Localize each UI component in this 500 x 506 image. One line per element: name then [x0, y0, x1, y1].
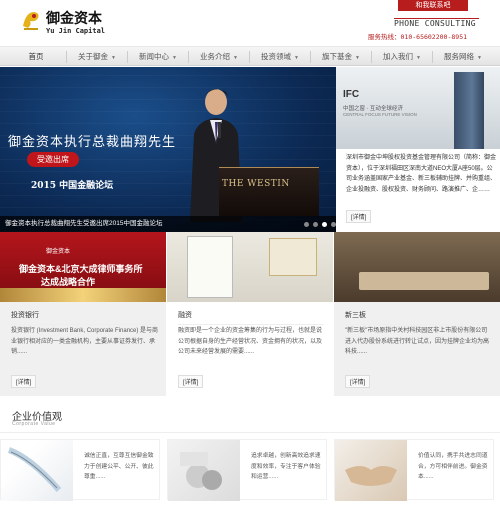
card-investment-bank: 御金资本 御金资本&北京大成律师事务所 达成战略合作 投资银行 投资银行 (In…: [0, 232, 166, 396]
card-title[interactable]: 新三板: [345, 310, 366, 320]
value-text: 价值认同，携手共进志同道合，方可相伴前进。御金资本......: [418, 453, 488, 480]
hero-pill: 受邀出席: [27, 152, 79, 167]
main-nav: 首页 关于御金 ▼ 新闻中心 ▼ 业务介绍 ▼ 投资领域 ▼ 旗下基金 ▼ 加入我们 ▼ 服务网络 ▼: [0, 46, 500, 66]
nav-item[interactable]: 服务网络 ▼: [433, 47, 493, 66]
chevron-down-icon: ▼: [233, 55, 238, 61]
card-more-link[interactable]: [详情]: [11, 375, 37, 388]
slider-dot[interactable]: [304, 222, 309, 227]
nav-item[interactable]: 关于御金 ▼: [67, 47, 127, 66]
card-image-brand: 御金资本: [46, 249, 71, 255]
about-text: 深圳市御金中坤股权投资基金管理有限公司（简称：御金资本），位于深圳福田区深南大道…: [346, 155, 497, 193]
coins-icon: [180, 452, 222, 490]
nav-item[interactable]: 加入我们 ▼: [372, 47, 432, 66]
nav-item[interactable]: 投资领域 ▼: [250, 47, 310, 66]
hands-image: [335, 440, 407, 501]
plaque-image: [269, 238, 317, 276]
nav-item-label: 加入我们: [383, 52, 414, 61]
card-new-third-board: 新三板 "新三板"市场原指中关村科技园区非上市股份有限公司进入代办股份系统进行转…: [334, 232, 500, 396]
value-text: 诚信正直，互尊互信御金致力于创建公平、公开、彼此尊重......: [84, 453, 154, 480]
hero-caption[interactable]: 御金资本执行总裁曲翔先生受邀出席2015中国金融论坛: [0, 216, 336, 232]
nav-item[interactable]: 旗下基金 ▼: [311, 47, 371, 66]
pen-image: [1, 440, 73, 501]
card-image-subheadline: 达成战略合作: [41, 277, 96, 287]
header: 御金资本 Yu Jin Capital 和我联系吧 PHONE CONSULTI…: [0, 0, 500, 46]
nav-item-label: 关于御金: [78, 52, 109, 61]
nav-item-label: 业务介绍: [200, 52, 231, 61]
nav-item-label: 投资领域: [261, 52, 292, 61]
nav-item-label: 新闻中心: [139, 52, 170, 61]
divider: [11, 324, 157, 325]
logo-title[interactable]: 御金资本: [46, 8, 102, 28]
chevron-down-icon: ▼: [111, 55, 116, 61]
slider-dots: [304, 222, 336, 227]
ifc-caption-en: CENTRAL FOCUS FUTURE VISION: [343, 112, 417, 117]
logo-icon[interactable]: [20, 8, 42, 32]
gold-ribbon: [0, 288, 166, 302]
podium-sign: THE WESTIN: [222, 179, 290, 189]
card-text: 融资即是一个企业的资金筹集的行为与过程，也就是说公司根据自身的生产经营状况、资金…: [178, 328, 323, 355]
card-more-link[interactable]: [详情]: [178, 375, 204, 388]
value-card[interactable]: 诚信正直，互尊互信御金致力于创建公平、公开、彼此尊重......: [0, 439, 160, 501]
card-financing: 融资 融资即是一个企业的资金筹集的行为与过程，也就是说公司根据自身的生产经营状况…: [167, 232, 333, 396]
card-image[interactable]: [167, 232, 333, 302]
podium: [219, 167, 319, 216]
divider: [0, 432, 500, 433]
section-subtitle: Corporate Value: [12, 421, 56, 427]
card-title[interactable]: 融资: [178, 310, 192, 320]
business-cards: 御金资本 御金资本&北京大成律师事务所 达成战略合作 投资银行 投资银行 (In…: [0, 232, 500, 396]
slider-dot[interactable]: [322, 222, 327, 227]
chevron-down-icon: ▼: [416, 55, 421, 61]
value-text: 追求卓越，创新高效追求速度和效率，专注于客户体验和运营......: [251, 453, 321, 480]
divider: [178, 324, 324, 325]
quill-icon: [7, 447, 62, 492]
card-text: "新三板"市场原指中关村科技园区非上市股份有限公司进入代办股份系统进行转让试点，…: [345, 328, 490, 355]
divider: [345, 324, 491, 325]
slider-dot[interactable]: [313, 222, 318, 227]
card-image[interactable]: 御金资本 御金资本&北京大成律师事务所 达成战略合作: [0, 232, 166, 302]
nav-item-label: 首页: [28, 52, 44, 61]
tower-image: [454, 72, 484, 149]
about-more-link[interactable]: [详情]: [346, 210, 372, 223]
contact-button[interactable]: 和我联系吧: [398, 0, 468, 11]
nav-item[interactable]: 新闻中心 ▼: [128, 47, 188, 66]
ifc-logo: IFC: [343, 89, 360, 100]
hero-title: 御金资本执行总裁曲翔先生: [8, 135, 177, 150]
hero-forum: 2015 中国金融论坛: [31, 181, 114, 191]
chevron-down-icon: ▼: [355, 55, 360, 61]
card-text: 投资银行 (Investment Bank, Corporate Finance…: [11, 328, 159, 355]
card-title[interactable]: 投资银行: [11, 310, 39, 320]
chevron-down-icon: ▼: [172, 55, 177, 61]
card-more-link[interactable]: [详情]: [345, 375, 371, 388]
chevron-down-icon: ▼: [294, 55, 299, 61]
card-image-headline: 御金资本&北京大成律师事务所: [19, 264, 143, 274]
ifc-caption: 中国之窗 · 互动全球经济: [343, 106, 403, 112]
handshake-icon: [345, 466, 397, 486]
certificate-image: [187, 236, 233, 298]
meeting-table: [359, 272, 489, 290]
chevron-down-icon: ▼: [477, 55, 482, 61]
nav-item[interactable]: 业务介绍 ▼: [189, 47, 249, 66]
phone-number: 服务热线：010-65602200-8951: [368, 33, 468, 41]
nav-item-label: 服务网络: [444, 52, 475, 61]
value-card[interactable]: 追求卓越，创新高效追求速度和效率，专注于客户体验和运营......: [167, 439, 327, 501]
nav-item-label: 旗下基金: [322, 52, 353, 61]
card-image[interactable]: [334, 232, 500, 302]
nav-item[interactable]: 首页: [6, 47, 66, 66]
phone-title: PHONE CONSULTING: [394, 19, 476, 28]
logo-subtitle: Yu Jin Capital: [46, 27, 106, 35]
value-card[interactable]: 价值认同，携手共进志同道合，方可相伴前进。御金资本......: [334, 439, 494, 501]
money-image: [168, 440, 240, 501]
